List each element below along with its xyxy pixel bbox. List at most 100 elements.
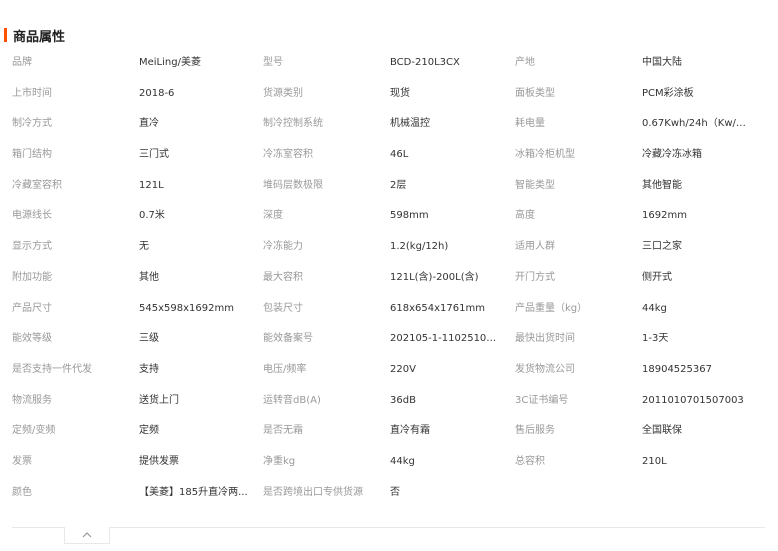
attribute-value: 2018-6 bbox=[139, 87, 175, 99]
attribute-label: 电源线长 bbox=[12, 210, 52, 222]
attribute-value: 其他智能 bbox=[642, 179, 682, 191]
attribute-label: 是否支持一件代发 bbox=[12, 363, 92, 375]
attribute-label: 高度 bbox=[515, 210, 535, 222]
attribute-label: 总容积 bbox=[515, 455, 545, 467]
attribute-row: 产品尺寸 545x598x1692mm 包装尺寸 618x654x1761mm 产品重量… bbox=[0, 294, 778, 325]
attribute-value: 2011010701507003 bbox=[642, 394, 744, 406]
attribute-label: 能效备案号 bbox=[263, 333, 313, 345]
attribute-value: 1.2(kg/12h) bbox=[390, 241, 449, 253]
attribute-label: 适用人群 bbox=[515, 241, 555, 253]
attribute-value: 121L(含)-200L(含) bbox=[390, 271, 479, 283]
attribute-value: 44kg bbox=[390, 455, 415, 467]
attribute-row: 显示方式 无 冷冻能力 1.2(kg/12h) 适用人群 三口之家 bbox=[0, 232, 778, 263]
attribute-value: 支持 bbox=[139, 363, 159, 375]
attribute-value: 提供发票 bbox=[139, 455, 179, 467]
attribute-value: 1692mm bbox=[642, 210, 687, 222]
attribute-value: 定频 bbox=[139, 425, 159, 437]
attribute-value: 598mm bbox=[390, 210, 429, 222]
attribute-value: 直冷有霜 bbox=[390, 425, 430, 437]
attribute-row: 定频/变频 定频 是否无霜 直冷有霜 售后服务 全国联保 bbox=[0, 416, 778, 447]
attribute-label: 耗电量 bbox=[515, 118, 545, 130]
attribute-value: 送货上门 bbox=[139, 394, 179, 406]
attribute-label: 箱门结构 bbox=[12, 149, 52, 161]
attribute-label: 智能类型 bbox=[515, 179, 555, 191]
attribute-label: 冷冻能力 bbox=[263, 241, 303, 253]
attribute-value: 618x654x1761mm bbox=[390, 302, 485, 314]
attribute-label: 产品尺寸 bbox=[12, 302, 52, 314]
attribute-value: 210L bbox=[642, 455, 667, 467]
attribute-label: 品牌 bbox=[12, 57, 32, 68]
attribute-value: 545x598x1692mm bbox=[139, 302, 234, 314]
attribute-row: 物流服务 送货上门 运转音dB(A) 36dB 3C证书编号 20110107015070… bbox=[0, 386, 778, 417]
attribute-row: 品牌 MeiLing/美菱 型号 BCD-210L3CX 产地 中国大陆 bbox=[0, 48, 778, 79]
attribute-value: 220V bbox=[390, 363, 416, 375]
attribute-value: BCD-210L3CX bbox=[390, 57, 460, 68]
attribute-value: 否 bbox=[390, 486, 400, 498]
section-title: 商品属性 bbox=[13, 29, 66, 45]
attribute-value: 44kg bbox=[642, 302, 667, 314]
attribute-row: 上市时间 2018-6 货源类别 现货 面板类型 PCM彩涂板 bbox=[0, 79, 778, 110]
attribute-row: 发票 提供发票 净重kg 44kg 总容积 210L bbox=[0, 447, 778, 478]
attribute-label: 产地 bbox=[515, 57, 535, 68]
attribute-label: 产品重量（kg） bbox=[515, 302, 588, 314]
attribute-label: 型号 bbox=[263, 57, 283, 68]
section-header: 商品属性 bbox=[4, 27, 66, 45]
attribute-value: 其他 bbox=[139, 271, 159, 283]
attribute-value: 18904525367 bbox=[642, 363, 712, 375]
attribute-value: 全国联保 bbox=[642, 425, 682, 437]
attribute-label: 能效等级 bbox=[12, 333, 52, 345]
attribute-value: 121L bbox=[139, 179, 164, 191]
attribute-label: 售后服务 bbox=[515, 425, 555, 437]
attribute-value: 直冷 bbox=[139, 118, 159, 130]
attribute-value: 中国大陆 bbox=[642, 57, 682, 68]
attribute-row: 附加功能 其他 最大容积 121L(含)-200L(含) 开门方式 侧开式 bbox=[0, 263, 778, 294]
attribute-label: 发货物流公司 bbox=[515, 363, 575, 375]
attribute-label: 定频/变频 bbox=[12, 425, 56, 437]
attribute-row: 制冷方式 直冷 制冷控制系统 机械温控 耗电量 0.67Kwh/24h（Kw/天... bbox=[0, 109, 778, 140]
attribute-row: 冷藏室容积 121L 堆码层数极限 2层 智能类型 其他智能 bbox=[0, 171, 778, 202]
attribute-label: 是否无霜 bbox=[263, 425, 303, 437]
attribute-value: 0.67Kwh/24h（Kw/天... bbox=[642, 118, 750, 130]
attribute-label: 开门方式 bbox=[515, 271, 555, 283]
attribute-value: 三门式 bbox=[139, 149, 169, 161]
attribute-label: 深度 bbox=[263, 210, 283, 222]
attribute-value: 36dB bbox=[390, 394, 416, 406]
attribute-value: 2层 bbox=[390, 179, 407, 191]
attribute-label: 附加功能 bbox=[12, 271, 52, 283]
attribute-label: 货源类别 bbox=[263, 87, 303, 99]
attribute-label: 堆码层数极限 bbox=[263, 179, 323, 191]
attribute-row: 能效等级 三级 能效备案号 202105-1-11025108-... 最快出货时间 1-… bbox=[0, 324, 778, 355]
attribute-value: 1-3天 bbox=[642, 333, 669, 345]
attribute-value: 三级 bbox=[139, 333, 159, 345]
attribute-value: 【美菱】185升直冷两... bbox=[139, 486, 248, 498]
attribute-value: 无 bbox=[139, 241, 149, 253]
attribute-row: 电源线长 0.7米 深度 598mm 高度 1692mm bbox=[0, 201, 778, 232]
attribute-value: MeiLing/美菱 bbox=[139, 57, 201, 68]
attribute-label: 最快出货时间 bbox=[515, 333, 575, 345]
attribute-label: 净重kg bbox=[263, 455, 296, 467]
attribute-label: 最大容积 bbox=[263, 271, 303, 283]
attribute-label: 冷藏室容积 bbox=[12, 179, 62, 191]
attribute-row: 是否支持一件代发 支持 电压/频率 220V 发货物流公司 18904525367 bbox=[0, 355, 778, 386]
attribute-row: 颜色 【美菱】185升直冷两... 是否跨境出口专供货源 否 bbox=[0, 478, 778, 509]
attribute-label: 颜色 bbox=[12, 486, 32, 498]
attribute-label: 显示方式 bbox=[12, 241, 52, 253]
attribute-label: 制冷控制系统 bbox=[263, 118, 323, 130]
attribute-label: 发票 bbox=[12, 455, 32, 467]
attribute-label: 包装尺寸 bbox=[263, 302, 303, 314]
attribute-value: 现货 bbox=[390, 87, 410, 99]
attribute-value: PCM彩涂板 bbox=[642, 87, 694, 99]
attribute-label: 制冷方式 bbox=[12, 118, 52, 130]
attribute-label: 物流服务 bbox=[12, 394, 52, 406]
attribute-label: 上市时间 bbox=[12, 87, 52, 99]
attribute-table: 品牌 MeiLing/美菱 型号 BCD-210L3CX 产地 中国大陆上市时间 2018-… bbox=[0, 48, 778, 508]
attribute-value: 侧开式 bbox=[642, 271, 672, 283]
collapse-button[interactable] bbox=[64, 527, 110, 544]
attribute-label: 面板类型 bbox=[515, 87, 555, 99]
attribute-value: 机械温控 bbox=[390, 118, 430, 130]
attribute-label: 冰箱冷柜机型 bbox=[515, 149, 575, 161]
attribute-value: 0.7米 bbox=[139, 210, 165, 222]
attribute-value: 三口之家 bbox=[642, 241, 682, 253]
attribute-label: 是否跨境出口专供货源 bbox=[263, 486, 363, 498]
attribute-label: 3C证书编号 bbox=[515, 394, 569, 406]
